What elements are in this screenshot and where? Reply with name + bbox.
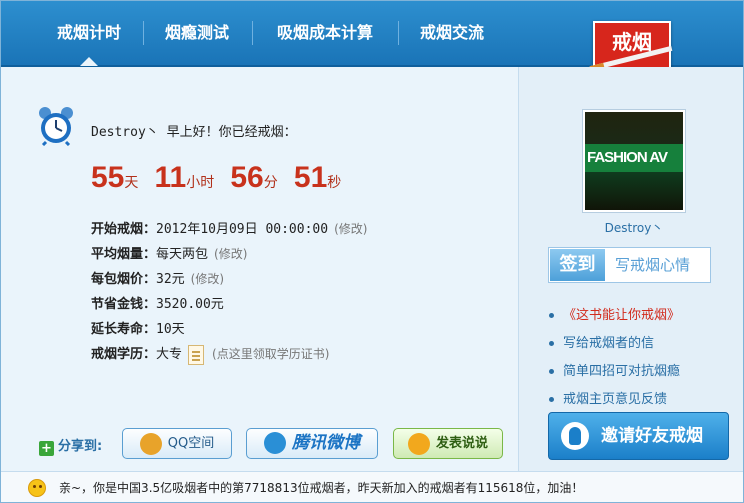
sidebar-link-feedback[interactable]: 戒烟主页意见反馈 bbox=[549, 386, 680, 414]
bullet-icon bbox=[549, 397, 554, 402]
person-icon bbox=[561, 422, 589, 450]
plus-icon: + bbox=[39, 441, 54, 456]
tab-quit-timer[interactable]: 戒烟计时 bbox=[41, 1, 137, 65]
stat-row-life-extended: 延长寿命：10天 bbox=[91, 317, 367, 342]
greeting-text: Destroy丶 早上好！你已经戒烟： bbox=[91, 125, 297, 140]
sidebar-link-letter[interactable]: 写给戒烟者的信 bbox=[549, 330, 680, 358]
stat-value: 每天两包 bbox=[156, 247, 209, 262]
footer-notice: 亲~，你是中国3.5亿吸烟者中的第7718813位戒烟者，昨天新加入的戒烟者有1… bbox=[59, 481, 584, 495]
share-shuoshuo-button[interactable]: 发表说说 bbox=[393, 428, 503, 459]
share-qzone-button[interactable]: QQ空间 bbox=[122, 428, 232, 459]
stat-label: 戒烟学历： bbox=[91, 347, 157, 362]
stat-label: 开始戒烟： bbox=[91, 222, 157, 237]
avatar-sign-text: FASHION AV bbox=[585, 144, 683, 172]
shuoshuo-star-icon bbox=[407, 432, 430, 455]
days-unit: 天 bbox=[124, 175, 139, 191]
edit-link[interactable]: (修改) bbox=[214, 247, 247, 261]
active-tab-indicator bbox=[80, 57, 98, 66]
tencent-weibo-icon bbox=[264, 432, 286, 454]
stat-label: 延长寿命： bbox=[91, 322, 157, 337]
quit-duration-counter: 55天 11小时 56分 51秒 bbox=[91, 161, 353, 195]
alarm-clock-icon bbox=[39, 107, 73, 146]
main-panel: Destroy丶 早上好！你已经戒烟： 55天 11小时 56分 51秒 开始戒… bbox=[1, 67, 518, 471]
share-tencent-weibo-button[interactable]: 腾讯微博 bbox=[246, 428, 378, 459]
stat-label: 节省金钱： bbox=[91, 297, 157, 312]
link-label: 《这书能让你戒烟》 bbox=[563, 308, 681, 323]
tab-separator bbox=[143, 21, 144, 45]
seconds-unit: 秒 bbox=[327, 175, 342, 191]
qzone-star-icon bbox=[139, 432, 162, 455]
claim-certificate-link[interactable]: (点这里领取学历证书) bbox=[212, 347, 329, 361]
stat-row-daily-amount: 平均烟量：每天两包 (修改) bbox=[91, 242, 367, 267]
seconds-value: 51 bbox=[293, 161, 328, 194]
tab-cost-calculator[interactable]: 吸烟成本计算 bbox=[261, 1, 389, 65]
checkin-button[interactable]: 签到 bbox=[550, 249, 605, 281]
stat-value: 2012年10月09日 00:00:00 bbox=[156, 222, 329, 237]
stat-row-start-date: 开始戒烟：2012年10月09日 00:00:00 (修改) bbox=[91, 217, 367, 242]
app-window: 戒烟计时 烟瘾测试 吸烟成本计算 戒烟交流 戒烟 主页 Destroy丶 早上好… bbox=[0, 0, 744, 503]
avatar[interactable]: FASHION AV bbox=[582, 109, 686, 213]
link-label: 戒烟主页意见反馈 bbox=[563, 392, 668, 407]
tab-addiction-test[interactable]: 烟瘾测试 bbox=[151, 1, 243, 65]
sidebar-links: 《这书能让你戒烟》 写给戒烟者的信 简单四招可对抗烟瘾 戒烟主页意见反馈 bbox=[549, 302, 680, 414]
checkin-box: 签到 写戒烟心情 bbox=[548, 247, 711, 283]
stat-value: 10天 bbox=[156, 322, 185, 337]
invite-label: 邀请好友戒烟 bbox=[601, 426, 703, 446]
write-mood-link[interactable]: 写戒烟心情 bbox=[615, 248, 690, 282]
edit-link[interactable]: (修改) bbox=[334, 222, 367, 236]
link-label: 简单四招可对抗烟瘾 bbox=[563, 364, 681, 379]
avatar-image: FASHION AV bbox=[585, 112, 683, 210]
bullet-icon bbox=[549, 369, 554, 374]
edit-link[interactable]: (修改) bbox=[191, 272, 224, 286]
certificate-icon[interactable] bbox=[188, 344, 205, 365]
stat-label: 平均烟量： bbox=[91, 247, 157, 262]
bullet-icon bbox=[549, 341, 554, 346]
stat-row-quit-degree: 戒烟学历：大专 (点这里领取学历证书) bbox=[91, 342, 367, 367]
share-button-label: 腾讯微博 bbox=[292, 433, 360, 453]
share-button-label: 发表说说 bbox=[435, 436, 488, 451]
stat-value: 32元 bbox=[156, 272, 185, 287]
quit-stats-list: 开始戒烟：2012年10月09日 00:00:00 (修改) 平均烟量：每天两包 (… bbox=[91, 217, 367, 367]
tab-separator bbox=[252, 21, 253, 45]
stat-row-pack-price: 每包烟价：32元 (修改) bbox=[91, 267, 367, 292]
minutes-value: 56 bbox=[230, 161, 264, 194]
tab-separator bbox=[398, 21, 399, 45]
days-value: 55 bbox=[91, 161, 125, 194]
link-label: 写给戒烟者的信 bbox=[563, 336, 655, 351]
share-label: + 分享到: bbox=[39, 435, 102, 456]
hours-unit: 小时 bbox=[186, 175, 215, 191]
sidebar-link-four-tips[interactable]: 简单四招可对抗烟瘾 bbox=[549, 358, 680, 386]
tab-community[interactable]: 戒烟交流 bbox=[406, 1, 498, 65]
invite-friends-button[interactable]: 邀请好友戒烟 bbox=[548, 412, 729, 460]
hours-value: 11 bbox=[154, 161, 187, 194]
stat-label: 每包烟价： bbox=[91, 272, 157, 287]
stat-value: 大专 bbox=[156, 347, 183, 362]
sidebar-link-book[interactable]: 《这书能让你戒烟》 bbox=[549, 302, 680, 330]
footer-bar: 亲~，你是中国3.5亿吸烟者中的第7718813位戒烟者，昨天新加入的戒烟者有1… bbox=[1, 471, 743, 502]
share-button-label: QQ空间 bbox=[167, 436, 215, 451]
bullet-icon bbox=[549, 313, 554, 318]
smiley-sun-icon bbox=[28, 479, 46, 497]
sidebar: FASHION AV Destroy丶 签到 写戒烟心情 《这书能让你戒烟》 写… bbox=[518, 67, 743, 471]
stat-row-money-saved: 节省金钱：3520.00元 bbox=[91, 292, 367, 317]
share-label-text: 分享到: bbox=[58, 439, 103, 454]
minutes-unit: 分 bbox=[263, 175, 278, 191]
username[interactable]: Destroy丶 bbox=[582, 219, 686, 236]
stat-value: 3520.00元 bbox=[156, 297, 224, 312]
